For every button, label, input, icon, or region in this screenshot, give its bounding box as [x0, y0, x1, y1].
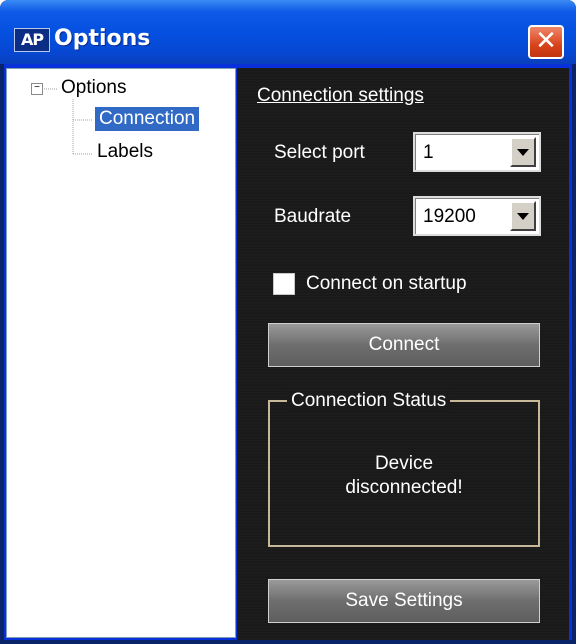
baudrate-value: 19200	[423, 206, 476, 227]
section-title: Connection settings	[257, 85, 424, 106]
options-tree[interactable]: − Options Connection Labels	[6, 68, 236, 638]
port-select[interactable]: 1	[413, 132, 541, 172]
connection-status-text: Device disconnected!	[268, 452, 540, 500]
title-bar[interactable]: AP Options ✕	[0, 0, 576, 64]
connect-button[interactable]: Connect	[268, 323, 540, 367]
tree-item-connection[interactable]: Connection	[95, 107, 200, 131]
window-title: Options	[54, 26, 151, 51]
app-icon: AP	[14, 28, 50, 52]
connect-on-startup-label[interactable]: Connect on startup	[306, 273, 467, 295]
options-window: AP Options ✕ − Options Connection Labels…	[0, 0, 576, 644]
port-label: Select port	[274, 142, 365, 163]
close-button[interactable]: ✕	[528, 25, 564, 59]
status-line-2: disconnected!	[345, 477, 463, 498]
chevron-down-icon[interactable]	[510, 201, 536, 231]
port-value: 1	[423, 142, 434, 163]
tree-item-labels[interactable]: Labels	[97, 141, 153, 163]
baudrate-label: Baudrate	[274, 206, 352, 227]
collapse-icon[interactable]: −	[31, 83, 43, 95]
tree-item-options[interactable]: Options	[61, 77, 126, 99]
connection-status-caption: Connection Status	[287, 390, 451, 412]
save-settings-button[interactable]: Save Settings	[268, 579, 540, 623]
connect-on-startup-checkbox[interactable]	[273, 273, 295, 295]
chevron-down-icon[interactable]	[510, 137, 536, 167]
baudrate-select[interactable]: 19200	[413, 196, 541, 236]
connection-settings-panel: Connection settings Select port 1 Baudra…	[237, 68, 569, 640]
close-icon: ✕	[535, 26, 557, 56]
status-line-1: Device	[374, 453, 434, 474]
